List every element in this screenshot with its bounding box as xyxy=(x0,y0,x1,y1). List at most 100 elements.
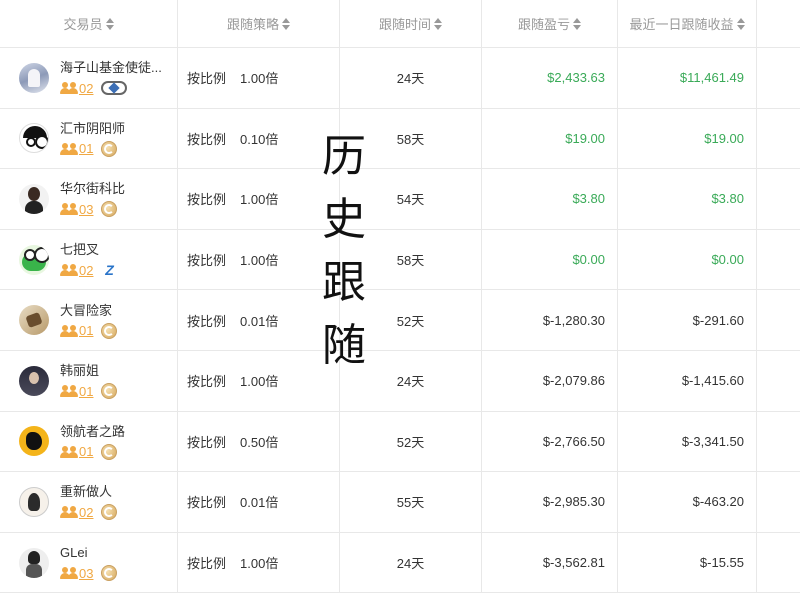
followers-count[interactable]: 03 xyxy=(79,566,93,581)
sort-icon xyxy=(434,17,442,30)
strategy-cell: 按比例 1.00倍 xyxy=(178,229,340,290)
daily-cell: $-1,415.60 xyxy=(618,351,757,411)
followers-count[interactable]: 02 xyxy=(79,263,93,278)
daily-cell: $-291.60 xyxy=(618,290,757,350)
daily-return: $-291.60 xyxy=(692,312,744,328)
followers-count[interactable]: 01 xyxy=(79,384,93,399)
followers-icon xyxy=(60,445,78,458)
table-row[interactable]: 重新做人 02 按比例 0.01倍 55天 $-2,985.30 $-463.20 xyxy=(0,472,800,533)
daily-return: $-3,341.50 xyxy=(681,433,744,449)
followers-count[interactable]: 02 xyxy=(79,81,93,96)
followers-count[interactable]: 01 xyxy=(79,141,93,156)
header-daily[interactable]: 最近一日跟随收益 xyxy=(618,0,757,47)
trader-name[interactable]: GLei xyxy=(60,544,117,562)
avatar[interactable] xyxy=(19,244,49,275)
strategy-ratio: 0.10倍 xyxy=(240,131,279,147)
avatar[interactable] xyxy=(19,547,49,578)
trader-cell: 汇市阴阳师 01 xyxy=(0,108,178,169)
sort-icon xyxy=(573,17,581,30)
table-row[interactable]: 汇市阴阳师 01 按比例 0.10倍 58天 $19.00 $19.00 xyxy=(0,108,800,170)
header-pnl-label: 跟随盈亏 xyxy=(517,17,570,32)
row-spacer xyxy=(757,109,800,169)
trader-cell: 重新做人 02 xyxy=(0,472,178,532)
followers-count[interactable]: 03 xyxy=(79,202,93,217)
trader-name[interactable]: 韩丽姐 xyxy=(60,362,117,380)
strategy-ratio: 1.00倍 xyxy=(240,374,279,390)
trader-name[interactable]: 华尔街科比 xyxy=(60,180,125,198)
avatar[interactable] xyxy=(19,426,49,457)
trader-name[interactable]: 七把叉 xyxy=(60,241,117,259)
trader-meta: 01 xyxy=(60,443,125,460)
follow-time-cell: 52天 xyxy=(340,411,482,472)
header-time-label: 跟随时间 xyxy=(378,17,431,32)
header-trader[interactable]: 交易员 xyxy=(0,0,178,47)
table-row[interactable]: 韩丽姐 01 按比例 1.00倍 24天 $-2,079.86 $-1,415.60 xyxy=(0,351,800,412)
avatar[interactable] xyxy=(19,62,49,93)
avatar[interactable] xyxy=(19,183,49,214)
trader-meta: 02 xyxy=(60,504,118,521)
followers-icon xyxy=(60,203,78,216)
gold-badge-icon xyxy=(101,443,118,460)
header-time[interactable]: 跟随时间 xyxy=(340,0,482,47)
trader-meta: 02 xyxy=(60,80,162,96)
trader-info: 领航者之路 01 xyxy=(60,423,125,460)
strategy-cell: 按比例 0.01倍 xyxy=(178,472,340,532)
avatar[interactable] xyxy=(19,305,49,336)
strategy-ratio: 1.00倍 xyxy=(240,192,279,208)
follow-time: 52天 xyxy=(396,434,425,450)
follow-time: 24天 xyxy=(396,374,425,390)
followers-count[interactable]: 01 xyxy=(79,444,93,459)
strategy-ratio: 0.01倍 xyxy=(240,495,279,511)
strategy-cell: 按比例 1.00倍 xyxy=(178,532,340,593)
strategy-ratio: 1.00倍 xyxy=(240,71,279,87)
avatar[interactable] xyxy=(19,365,49,396)
follow-time: 52天 xyxy=(396,313,425,329)
trader-name[interactable]: 大冒险家 xyxy=(60,302,117,320)
trader-info: 大冒险家 01 xyxy=(60,302,118,339)
gold-badge-icon xyxy=(101,504,118,521)
header-strategy[interactable]: 跟随策略 xyxy=(178,0,340,47)
trader-meta: 01 xyxy=(60,383,118,400)
followers-count[interactable]: 01 xyxy=(79,323,93,338)
table-row[interactable]: 七把叉 02 Z 按比例 1.00倍 58天 $0.00 $0.00 xyxy=(0,229,800,291)
strategy-cell: 按比例 0.01倍 xyxy=(178,290,340,350)
pnl-cell: $-2,079.86 xyxy=(482,351,618,411)
daily-return: $3.80 xyxy=(711,191,744,207)
daily-cell: $11,461.49 xyxy=(618,48,757,108)
trader-cell: 韩丽姐 01 xyxy=(0,351,178,411)
table-row[interactable]: 大冒险家 01 按比例 0.01倍 52天 $-1,280.30 $-291.60 xyxy=(0,290,800,351)
table-row[interactable]: GLei 03 按比例 1.00倍 24天 $-3,562.81 $-15.55 xyxy=(0,532,800,594)
daily-cell: $19.00 xyxy=(618,108,757,169)
avatar[interactable] xyxy=(19,123,49,154)
trader-name[interactable]: 领航者之路 xyxy=(60,423,125,441)
strategy-mode: 按比例 xyxy=(187,131,227,147)
follow-pnl: $-2,766.50 xyxy=(542,433,605,449)
trader-cell: 华尔街科比 03 xyxy=(0,169,178,229)
header-strategy-label: 跟随策略 xyxy=(226,17,279,32)
followers-count[interactable]: 02 xyxy=(79,505,93,520)
table-row[interactable]: 海子山基金使徒... 02 按比例 1.00倍 24天 $2,433.63 $11,461.… xyxy=(0,48,800,109)
strategy-ratio: 1.00倍 xyxy=(240,253,279,269)
header-pnl[interactable]: 跟随盈亏 xyxy=(482,0,618,47)
follow-time-cell: 54天 xyxy=(340,169,482,229)
avatar[interactable] xyxy=(19,486,49,517)
daily-return: $19.00 xyxy=(704,130,744,146)
table-row[interactable]: 领航者之路 01 按比例 0.50倍 52天 $-2,766.50 $-3,341.50 xyxy=(0,411,800,473)
follow-time-cell: 52天 xyxy=(340,290,482,350)
table-row[interactable]: 华尔街科比 03 按比例 1.00倍 54天 $3.80 $3.80 xyxy=(0,169,800,230)
strategy-ratio: 0.50倍 xyxy=(240,434,279,450)
trader-info: 汇市阴阳师 01 xyxy=(60,120,125,157)
trader-name[interactable]: 重新做人 xyxy=(60,483,117,501)
follow-time-cell: 58天 xyxy=(340,108,482,169)
strategy-ratio: 1.00倍 xyxy=(240,556,279,572)
follow-pnl: $3.80 xyxy=(572,191,605,207)
follow-pnl: $2,433.63 xyxy=(547,70,605,86)
trader-name[interactable]: 海子山基金使徒... xyxy=(60,59,162,77)
follow-time-cell: 24天 xyxy=(340,351,482,411)
header-trader-label: 交易员 xyxy=(63,17,103,32)
follow-pnl: $-2,985.30 xyxy=(542,494,605,510)
trader-name[interactable]: 汇市阴阳师 xyxy=(60,120,125,138)
sort-icon xyxy=(736,17,745,30)
header-daily-label: 最近一日跟随收益 xyxy=(629,17,734,32)
gold-badge-icon xyxy=(101,140,118,157)
